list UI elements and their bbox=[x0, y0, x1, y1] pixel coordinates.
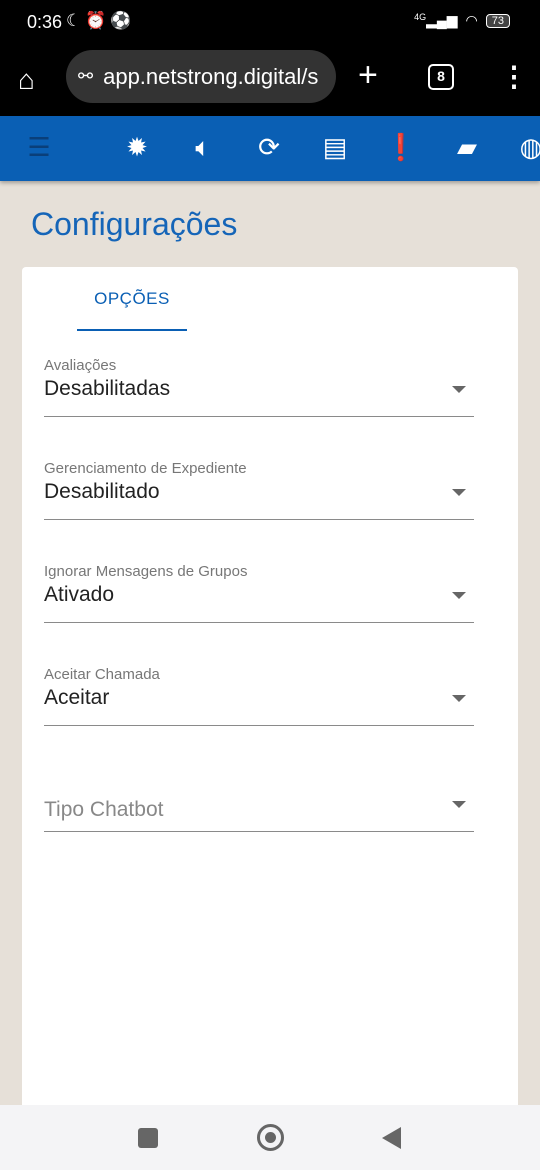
battery-icon: 73 bbox=[485, 13, 510, 28]
address-bar[interactable]: ⚯ app.netstrong.digital/s bbox=[66, 50, 336, 103]
dropdown-arrow-icon bbox=[452, 695, 466, 702]
tab-switcher-button[interactable]: 8 bbox=[428, 64, 454, 90]
field-label: Avaliações bbox=[44, 357, 117, 374]
android-nav-bar bbox=[0, 1105, 540, 1170]
field-value: Desabilitadas bbox=[44, 377, 171, 400]
browser-bar: ⌂ ⚯ app.netstrong.digital/s + 8 ⋮ bbox=[0, 46, 540, 116]
tab-opcoes[interactable]: OPÇÕES bbox=[77, 289, 187, 309]
field-placeholder: Tipo Chatbot bbox=[44, 798, 164, 821]
globe-icon[interactable]: ◍ bbox=[514, 132, 540, 163]
field-label: Ignorar Mensagens de Grupos bbox=[44, 563, 248, 580]
select-gerenciamento-expediente[interactable]: Gerenciamento de Expediente Desabilitado bbox=[44, 460, 474, 520]
select-ignorar-grupos[interactable]: Ignorar Mensagens de Grupos Ativado bbox=[44, 563, 474, 623]
select-tipo-chatbot[interactable]: Tipo Chatbot bbox=[44, 772, 474, 832]
app-toolbar: ☰ ✹ 🔈︎ ⟳ ▤ ❗ ▰ ◍ bbox=[0, 116, 540, 181]
dropdown-arrow-icon bbox=[452, 801, 466, 808]
settings-card: OPÇÕES Avaliações Desabilitadas Gerencia… bbox=[22, 267, 518, 1117]
new-tab-button[interactable]: + bbox=[358, 56, 378, 95]
tab-indicator bbox=[77, 329, 187, 331]
alert-message-icon[interactable]: ❗ bbox=[384, 132, 418, 163]
sync-icon[interactable]: ⟳ bbox=[252, 132, 286, 163]
select-aceitar-chamada[interactable]: Aceitar Chamada Aceitar bbox=[44, 666, 474, 726]
field-label: Aceitar Chamada bbox=[44, 666, 160, 683]
field-value: Aceitar bbox=[44, 686, 110, 709]
menu-icon[interactable]: ☰ bbox=[22, 132, 56, 163]
field-value: Desabilitado bbox=[44, 480, 160, 503]
dropdown-arrow-icon bbox=[452, 386, 466, 393]
url-text: app.netstrong.digital/s bbox=[103, 63, 319, 89]
more-menu-icon[interactable]: ⋮ bbox=[500, 60, 528, 93]
volume-icon[interactable]: 🔈︎ bbox=[186, 132, 220, 164]
status-bar: 0:36 ☾⏰⚽ 4G▂▄▆ ◠ 73 bbox=[0, 0, 540, 46]
notification-icons: ☾⏰⚽ bbox=[66, 11, 136, 30]
message-icon[interactable]: ▤ bbox=[318, 132, 352, 163]
page-title: Configurações bbox=[31, 206, 238, 242]
signal-icon: 4G▂▄▆ bbox=[414, 12, 458, 28]
home-icon[interactable]: ⌂ bbox=[18, 64, 35, 96]
dropdown-arrow-icon bbox=[452, 592, 466, 599]
wifi-icon: ◠ bbox=[465, 12, 478, 28]
site-settings-icon[interactable]: ⚯ bbox=[78, 66, 93, 87]
clock: 0:36 bbox=[27, 12, 63, 32]
brightness-icon[interactable]: ✹ bbox=[120, 132, 154, 163]
select-avaliacoes[interactable]: Avaliações Desabilitadas bbox=[44, 357, 474, 417]
recents-button[interactable] bbox=[138, 1128, 158, 1148]
dropdown-arrow-icon bbox=[452, 489, 466, 496]
field-label: Gerenciamento de Expediente bbox=[44, 460, 247, 477]
forum-icon[interactable]: ▰ bbox=[450, 132, 484, 163]
home-button[interactable] bbox=[257, 1124, 284, 1151]
back-button[interactable] bbox=[382, 1127, 401, 1149]
field-value: Ativado bbox=[44, 583, 115, 606]
